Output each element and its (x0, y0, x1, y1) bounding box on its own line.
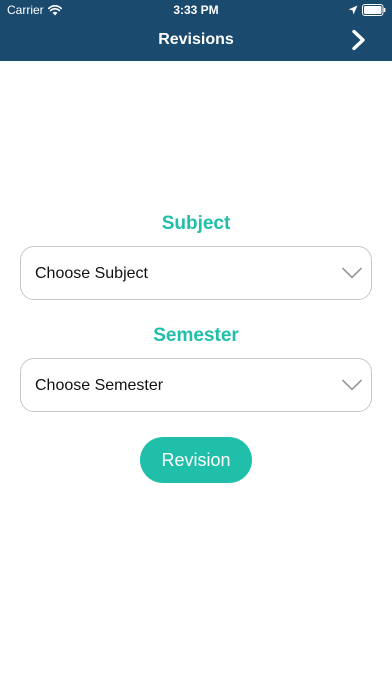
chevron-down-icon (342, 379, 362, 391)
semester-select-value: Choose Semester (35, 377, 164, 394)
status-time: 3:33 PM (173, 3, 219, 17)
revision-button[interactable]: Revision (140, 437, 252, 483)
header: Carrier 3:33 PM Revisions (0, 0, 392, 61)
page-title: Revisions (158, 31, 234, 48)
subject-select-value: Choose Subject (35, 265, 148, 282)
location-icon (348, 5, 358, 15)
semester-label: Semester (153, 325, 239, 346)
battery-icon (362, 4, 386, 16)
chevron-right-icon[interactable] (348, 29, 370, 51)
subject-select[interactable]: Choose Subject (20, 246, 372, 300)
subject-label: Subject (161, 213, 231, 234)
status-bar: Carrier 3:33 PM (0, 0, 392, 20)
chevron-down-icon (342, 267, 362, 279)
semester-select[interactable]: Choose Semester (20, 358, 372, 412)
